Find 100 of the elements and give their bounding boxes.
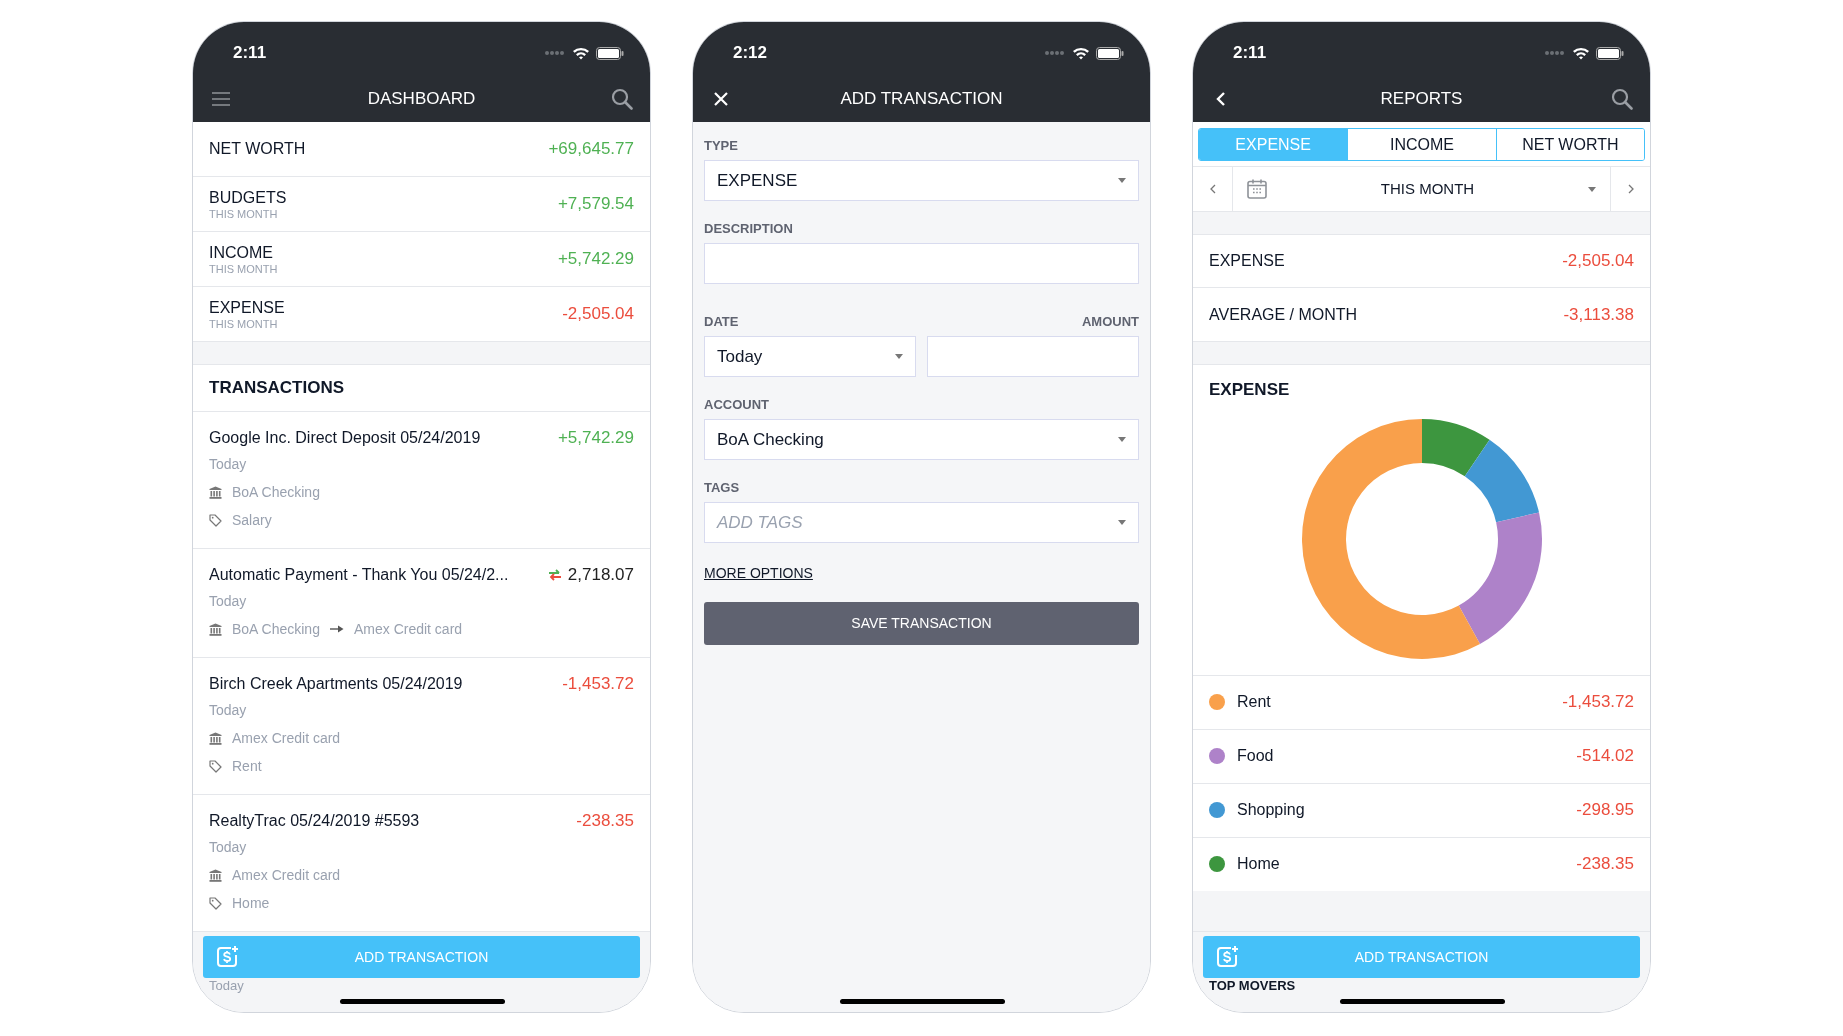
section-heading: TOP MOVERS — [1208, 978, 1297, 994]
account-name: Amex Credit card — [232, 728, 341, 748]
status-time: 2:11 — [1233, 42, 1267, 65]
bank-icon — [209, 622, 222, 636]
screen-title: DASHBOARD — [366, 88, 477, 111]
category-amount: -238.35 — [1576, 853, 1634, 876]
category-name: Rent — [1237, 692, 1272, 712]
search-icon[interactable] — [1611, 88, 1633, 110]
transaction-amount: -238.35 — [576, 810, 634, 832]
field-label: TAGS — [704, 480, 741, 496]
description-field[interactable] — [704, 243, 1139, 284]
account-name: Amex Credit card — [232, 865, 341, 885]
screen-title: ADD TRANSACTION — [839, 88, 1004, 111]
category-name: Home — [1237, 854, 1281, 874]
field-label: DATE — [704, 314, 739, 330]
stat-value: -3,113.38 — [1563, 303, 1634, 326]
summary-period: THIS MONTH — [209, 262, 278, 276]
summary-label: INCOME — [209, 242, 274, 263]
summary-period: THIS MONTH — [209, 207, 279, 221]
bank-icon — [209, 731, 222, 745]
close-icon[interactable] — [714, 92, 728, 106]
stat-label: EXPENSE — [1209, 251, 1285, 271]
report-tab[interactable]: NET WORTH — [1495, 129, 1644, 160]
menu-icon[interactable] — [212, 92, 230, 106]
bank-icon — [209, 485, 222, 499]
amount-field[interactable] — [927, 336, 1139, 377]
caret-icon — [1118, 437, 1126, 442]
category-amount: -514.02 — [1576, 745, 1634, 768]
summary-value: +5,742.29 — [557, 248, 634, 271]
caret-icon — [1118, 520, 1126, 525]
transaction-date: Today — [209, 592, 248, 611]
transaction-date: Today — [209, 455, 248, 474]
field-label: AMOUNT — [1081, 314, 1139, 330]
more-options-link[interactable]: MORE OPTIONS — [704, 563, 813, 584]
wifi-icon — [1072, 46, 1090, 60]
save-transaction-button[interactable]: SAVE TRANSACTION — [704, 602, 1139, 645]
tag-icon — [209, 896, 222, 910]
battery-icon — [596, 46, 624, 60]
section-heading: TRANSACTIONS — [193, 364, 650, 412]
battery-icon — [1596, 46, 1624, 60]
tag-icon — [209, 513, 222, 527]
wifi-icon — [572, 46, 590, 60]
battery-icon — [1096, 46, 1124, 60]
account-name: Amex Credit card — [353, 619, 463, 639]
summary-label: NET WORTH — [209, 139, 306, 159]
tag-name: Salary — [232, 510, 272, 530]
transaction-amount: +5,742.29 — [557, 427, 634, 449]
summary-value: +69,645.77 — [548, 138, 634, 161]
field-label: ACCOUNT — [704, 397, 770, 413]
field-label: TYPE — [704, 138, 739, 154]
type-select[interactable]: EXPENSE — [704, 160, 1139, 201]
status-time: 2:11 — [233, 42, 267, 65]
transaction-amount: 2,718.07 — [567, 564, 634, 586]
caret-icon — [1118, 178, 1126, 183]
stat-label: AVERAGE / MONTH — [1209, 304, 1358, 325]
caret-icon — [1588, 186, 1596, 192]
caret-icon — [895, 354, 903, 359]
field-label: DESCRIPTION — [704, 221, 794, 237]
screen-title: REPORTS — [1379, 88, 1464, 111]
arrow-right-icon — [329, 625, 344, 633]
back-icon[interactable] — [1216, 91, 1226, 107]
account-select[interactable]: BoA Checking — [704, 419, 1139, 460]
summary-value: -2,505.04 — [562, 303, 634, 326]
status-time: 2:12 — [733, 42, 768, 65]
chevron-right-icon[interactable] — [1627, 184, 1634, 194]
transaction-description: Google Inc. Direct Deposit 05/24/2019 — [209, 428, 481, 448]
transaction-date: Today — [209, 838, 248, 857]
date-select[interactable]: Today — [704, 336, 916, 377]
category-name: Food — [1237, 746, 1275, 766]
bank-icon — [209, 868, 222, 882]
tag-icon — [209, 759, 222, 773]
tag-name: Rent — [232, 756, 262, 776]
transaction-description: Automatic Payment - Thank You 05/24/2... — [209, 565, 509, 585]
dollar-plus-icon — [1215, 945, 1239, 969]
transaction-date: Today — [208, 978, 245, 994]
account-name: BoA Checking — [232, 619, 320, 639]
stat-value: -2,505.04 — [1562, 250, 1634, 273]
transaction-description: RealtyTrac 05/24/2019 #5593 — [209, 811, 420, 831]
dollar-plus-icon — [215, 945, 239, 969]
chart-title: EXPENSE — [1208, 379, 1291, 401]
signal-icon — [1544, 50, 1566, 56]
tag-name: Home — [232, 893, 270, 913]
category-amount: -298.95 — [1576, 799, 1634, 822]
calendar-icon — [1247, 179, 1267, 199]
account-name: BoA Checking — [232, 482, 320, 502]
signal-icon — [1044, 50, 1066, 56]
summary-value: +7,579.54 — [557, 193, 634, 216]
transaction-date: Today — [209, 701, 248, 720]
search-icon[interactable] — [611, 88, 633, 110]
chevron-left-icon[interactable] — [1209, 184, 1216, 194]
summary-label: BUDGETS — [209, 187, 287, 208]
transfer-arrows-icon — [547, 569, 562, 581]
category-name: Shopping — [1237, 800, 1306, 820]
summary-label: EXPENSE — [209, 297, 285, 318]
category-amount: -1,453.72 — [1562, 691, 1634, 714]
transaction-description: Birch Creek Apartments 05/24/2019 — [209, 674, 463, 694]
transaction-amount: -1,453.72 — [562, 673, 634, 695]
summary-period: THIS MONTH — [209, 317, 279, 331]
wifi-icon — [1572, 46, 1590, 60]
signal-icon — [544, 50, 566, 56]
